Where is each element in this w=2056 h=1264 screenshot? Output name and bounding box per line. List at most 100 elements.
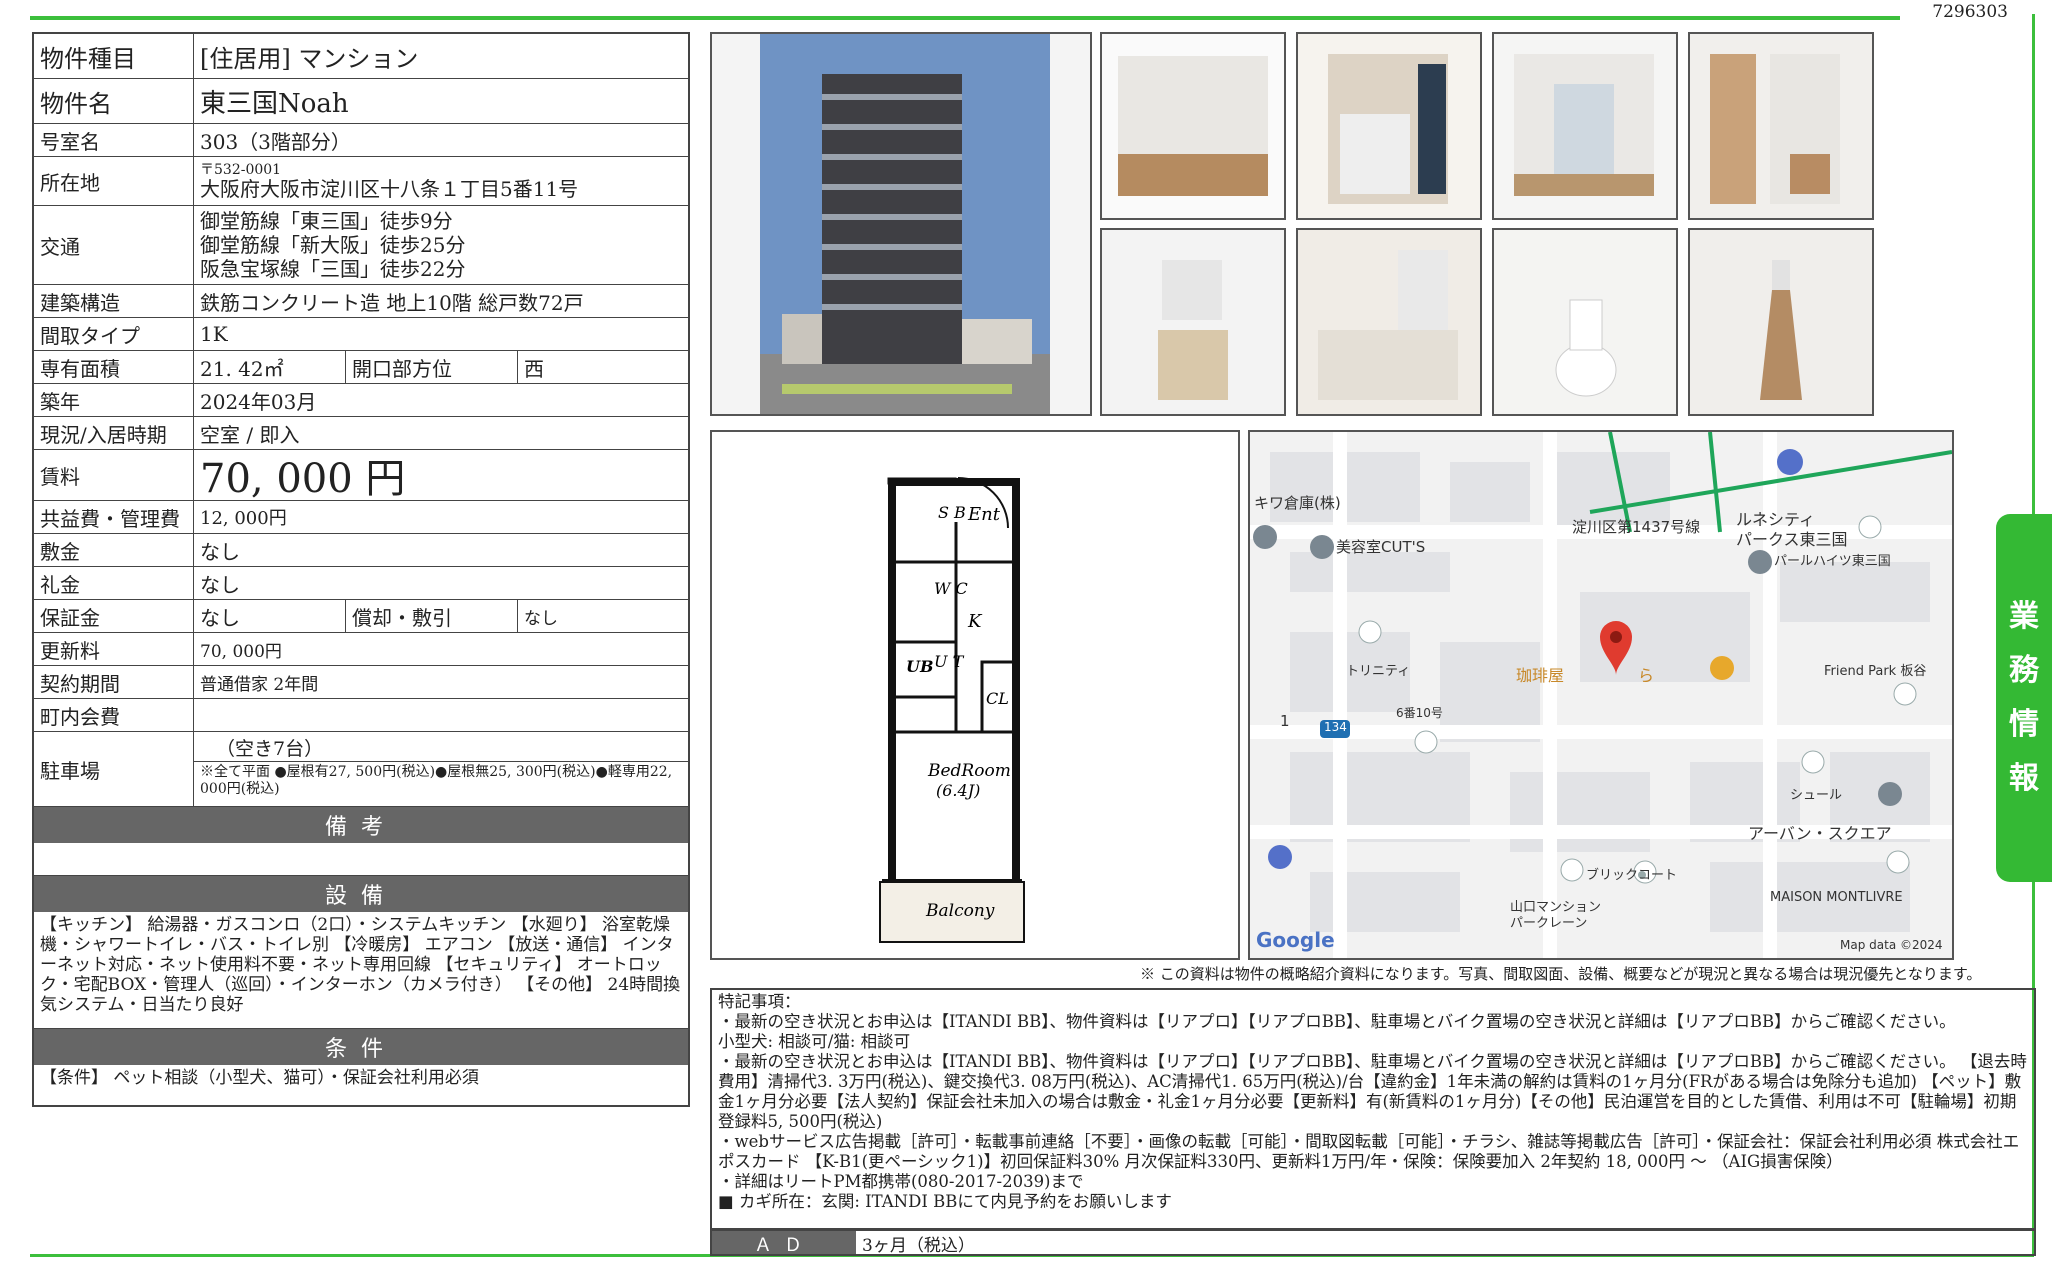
washroom-image	[1102, 230, 1284, 414]
property-info-table: 物件種目 [住居用] マンション 物件名 東三国Noah 号室名 303（3階部…	[32, 32, 690, 1107]
fee-value: 12, 000円	[200, 508, 287, 529]
floor-plan: S B Ent W C U T K UB CL BedRoom (6.4J) B…	[710, 430, 1240, 960]
room-photo-3	[1492, 32, 1678, 220]
floorplan-k: K	[967, 611, 983, 632]
tab-char: 情	[2009, 707, 2039, 742]
remarks-section-title: 備考	[34, 807, 688, 843]
town-fee-value	[194, 699, 688, 731]
map-label: 珈琲屋	[1516, 666, 1565, 685]
area-label: 専有面積	[34, 351, 194, 383]
traffic-line: 御堂筋線「東三国」徒歩9分	[200, 209, 453, 233]
map-label: パークス東三国	[1736, 530, 1848, 549]
room-value: 303（3階部分）	[200, 129, 351, 154]
route-badge: 134	[1324, 720, 1347, 734]
floorplan-cl: CL	[986, 689, 1009, 708]
address-value: 〒532-0001 大阪府大阪市淀川区十八条１丁目5番11号	[194, 157, 688, 205]
room-photo-5	[1100, 228, 1286, 416]
deposit-label: 敷金	[34, 534, 194, 566]
corridor-image	[1690, 34, 1872, 218]
traffic-line: 阪急宝塚線「三国」徒歩22分	[200, 257, 466, 281]
remarks-line: ・webサービス広告掲載［許可］・転載事前連絡［不要］・画像の転載［可能］・間取…	[718, 1132, 2020, 1171]
status-value: 空室 / 即入	[200, 422, 300, 447]
remarks-line: ・最新の空き状況とお申込は【ITANDI BB】、物件資料は【リアプロ】【リアプ…	[718, 1052, 2027, 1131]
tab-char: 業	[2009, 599, 2039, 634]
room-window-image	[1494, 34, 1676, 218]
floorplan-ut: U T	[934, 652, 965, 671]
bathroom-image	[1298, 230, 1480, 414]
room-photo-8	[1688, 228, 1874, 416]
ad-value: 3ヶ月（税込）	[862, 1236, 975, 1256]
map-label: 美容室CUT'S	[1336, 538, 1426, 556]
map-label: ブリックコート	[1586, 868, 1678, 883]
map-label: パークレーン	[1510, 916, 1588, 931]
area-value: 21. 42㎡	[194, 351, 346, 383]
room-label: 号室名	[34, 124, 194, 156]
guarantee-value: なし	[194, 600, 346, 632]
structure-value: 鉄筋コンクリート造 地上10階 総戸数72戸	[200, 290, 584, 315]
contract-value: 普通借家 2年間	[200, 674, 319, 695]
remarks-body	[34, 843, 688, 876]
map-label: アーバン・スクエア	[1748, 824, 1892, 843]
document-id: 7296303	[1932, 2, 2008, 22]
guarantee-label: 保証金	[34, 600, 194, 632]
renewal-label: 更新料	[34, 633, 194, 665]
built-value: 2024年03月	[200, 389, 317, 414]
disclaimer-text: ※ この資料は物件の概略紹介資料になります。写真、間取図面、設備、概要などが現況…	[1140, 965, 1982, 983]
ad-label: ＡＤ	[712, 1231, 856, 1256]
conditions-section-title: 条件	[34, 1029, 688, 1065]
renewal-value: 70, 000円	[200, 641, 282, 662]
map-label: キワ倉庫(株)	[1254, 494, 1341, 512]
remarks-line: ・詳細はリートPM都携帯(080-2017-2039)まで	[718, 1172, 1084, 1191]
layout-label: 間取タイプ	[34, 318, 194, 350]
room-photo-7	[1492, 228, 1678, 416]
name-value: 東三国Noah	[200, 88, 349, 119]
map-label: パールハイツ東三国	[1774, 554, 1891, 569]
conditions-text: 【条件】 ペット相談（小型犬、猫可）・保証会社利用必須	[40, 1068, 479, 1088]
map-label: 6番10号	[1396, 706, 1443, 720]
traffic-value: 御堂筋線「東三国」徒歩9分 御堂筋線「新大阪」徒歩25分 阪急宝塚線「三国」徒歩…	[194, 206, 688, 284]
structure-label: 建築構造	[34, 285, 194, 317]
key-money-label: 礼金	[34, 567, 194, 599]
parking-note: ※全て平面 ●屋根有27, 500円(税込)●屋根無25, 300円(税込)●軽…	[200, 764, 673, 797]
room-image	[1102, 34, 1284, 218]
map-label: 1	[1280, 712, 1290, 730]
toilet-image	[1494, 230, 1676, 414]
room-photo-4	[1688, 32, 1874, 220]
tab-char: 務	[2009, 653, 2039, 688]
special-remarks: 特記事項： ・最新の空き状況とお申込は【ITANDI BB】、物件資料は【リアプ…	[710, 988, 2036, 1230]
map-label: ら	[1638, 666, 1655, 685]
map-label: MAISON MONTLIVRE	[1770, 890, 1903, 905]
kitchen-image	[1298, 34, 1480, 218]
key-money-value: なし	[200, 572, 240, 597]
status-label: 現況/入居時期	[34, 417, 194, 449]
rent-label: 賃料	[34, 450, 194, 500]
town-fee-label: 町内会費	[34, 699, 194, 731]
parking-vacancy: （空き7台）	[194, 732, 688, 762]
equipment-section-title: 設備	[34, 876, 688, 912]
map-label: トリニティ	[1346, 664, 1411, 679]
parking-label: 駐車場	[34, 732, 194, 806]
building-exterior-photo	[710, 32, 1092, 416]
remarks-line: 小型犬: 相談可/猫: 相談可	[718, 1032, 911, 1051]
floorplan-ent: Ent	[967, 504, 1001, 525]
amortization-value: なし	[524, 608, 558, 629]
map-label: 淀川区第1437号線	[1572, 518, 1701, 536]
floorplan-wc: W C	[934, 579, 968, 598]
name-label: 物件名	[34, 79, 194, 123]
zip-code: 〒532-0001	[200, 162, 282, 178]
remarks-line: ・最新の空き状況とお申込は【ITANDI BB】、物件資料は【リアプロ】【リアプ…	[718, 1012, 1956, 1031]
room-photo-1	[1100, 32, 1286, 220]
room-photo-6	[1296, 228, 1482, 416]
hallway-image	[1690, 230, 1872, 414]
ad-row: ＡＤ 3ヶ月（税込）	[710, 1230, 2036, 1256]
layout-value: 1K	[200, 322, 228, 346]
remarks-line: ■ カギ所在：玄関: ITANDI BBにて内見予約をお願いします	[718, 1192, 1172, 1211]
tab-char: 報	[2009, 761, 2039, 796]
address-label: 所在地	[34, 157, 194, 205]
floor-plan-drawing: S B Ent W C U T K UB CL BedRoom (6.4J) B…	[879, 477, 1025, 943]
business-info-tab[interactable]: 業 務 情 報	[1996, 514, 2052, 882]
amortization-label: 償却・敷引	[346, 600, 518, 632]
location-map[interactable]: キワ倉庫(株) 美容室CUT'S 淀川区第1437号線 ルネシティ パークス東三…	[1248, 430, 1954, 960]
rent-value: 70, 000 円	[200, 456, 406, 502]
frame-top-border	[30, 16, 1900, 20]
